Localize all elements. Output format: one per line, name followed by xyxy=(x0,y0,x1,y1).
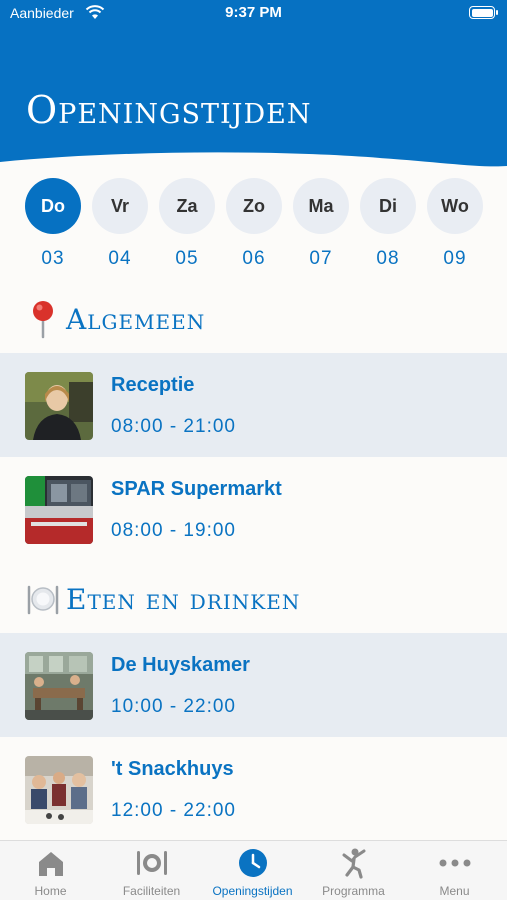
tab-home[interactable]: Home xyxy=(0,841,101,900)
day-label: Di xyxy=(360,178,416,234)
day-zo[interactable]: Zo 06 xyxy=(226,178,282,278)
day-number: 04 xyxy=(108,248,132,269)
section-header-algemeen: Algemeen xyxy=(26,297,205,341)
list-item-spar-supermarkt[interactable]: SPAR Supermarkt 08:00 - 19:00 xyxy=(0,457,507,561)
day-label: Wo xyxy=(427,178,483,234)
day-number: 07 xyxy=(309,248,333,269)
tab-label: Menu xyxy=(439,884,470,898)
spar-photo xyxy=(25,476,93,544)
day-number: 09 xyxy=(443,248,467,269)
day-label: Ma xyxy=(293,178,349,234)
opening-hours: 12:00 - 22:00 xyxy=(111,800,236,821)
tab-label: Home xyxy=(34,884,67,898)
day-wo[interactable]: Wo 09 xyxy=(427,178,483,278)
section-title: Eten en drinken xyxy=(66,582,301,616)
facility-name: SPAR Supermarkt xyxy=(111,478,282,500)
day-label: Do xyxy=(25,178,81,234)
opening-hours: 10:00 - 22:00 xyxy=(111,696,236,717)
tab-label: Openingstijden xyxy=(212,884,293,898)
de-huyskamer-photo xyxy=(25,652,93,720)
tab-programma[interactable]: Programma xyxy=(303,841,404,900)
section-title: Algemeen xyxy=(66,302,206,336)
plate-cutlery-icon xyxy=(27,585,59,615)
day-za[interactable]: Za 05 xyxy=(159,178,215,278)
list-item-receptie[interactable]: Receptie 08:00 - 21:00 xyxy=(0,353,507,457)
facility-name: De Huyskamer xyxy=(111,654,250,676)
day-label: Zo xyxy=(226,178,282,234)
day-label: Za xyxy=(159,178,215,234)
home-icon xyxy=(39,852,63,876)
status-bar: Aanbieder 9:37 PM xyxy=(0,0,507,30)
tab-openingstijden[interactable]: Openingstijden xyxy=(202,841,303,900)
more-dots-icon xyxy=(439,859,471,867)
day-ma[interactable]: Ma 07 xyxy=(293,178,349,278)
list-item-t-snackhuys[interactable]: 't Snackhuys 12:00 - 22:00 xyxy=(0,737,507,841)
day-do[interactable]: Do 03 xyxy=(25,178,81,278)
tab-faciliteiten[interactable]: Faciliteiten xyxy=(101,841,202,900)
tab-label: Programma xyxy=(322,884,385,898)
header-wave xyxy=(0,152,507,180)
day-label: Vr xyxy=(92,178,148,234)
battery-icon xyxy=(469,6,498,19)
opening-hours: 08:00 - 19:00 xyxy=(111,520,236,541)
day-di[interactable]: Di 08 xyxy=(360,178,416,278)
tab-label: Faciliteiten xyxy=(122,884,181,898)
facility-name: 't Snackhuys xyxy=(111,758,234,780)
day-selector: Do 03 Vr 04 Za 05 Zo 06 Ma 07 Di 08 Wo 0… xyxy=(0,178,507,278)
cutlery-icon xyxy=(137,851,167,875)
facility-name: Receptie xyxy=(111,374,195,396)
day-number: 05 xyxy=(175,248,199,269)
day-vr[interactable]: Vr 04 xyxy=(92,178,148,278)
day-number: 06 xyxy=(242,248,266,269)
clock-icon xyxy=(239,849,267,877)
t-snackhuys-photo xyxy=(25,756,93,824)
tab-menu[interactable]: Menu xyxy=(404,841,505,900)
day-number: 08 xyxy=(376,248,400,269)
status-time: 9:37 PM xyxy=(225,4,282,21)
list-item-de-huyskamer[interactable]: De Huyskamer 10:00 - 22:00 xyxy=(0,633,507,737)
dancer-icon xyxy=(342,848,366,879)
section-header-eten-en-drinken: Eten en drinken xyxy=(26,577,300,621)
pushpin-icon xyxy=(33,301,53,339)
day-number: 03 xyxy=(41,248,65,269)
opening-hours: 08:00 - 21:00 xyxy=(111,416,236,437)
page-title: Openingstijden xyxy=(26,88,312,132)
receptie-photo xyxy=(25,372,93,440)
tab-bar: Home Faciliteiten Openingstijden Program… xyxy=(0,840,507,900)
